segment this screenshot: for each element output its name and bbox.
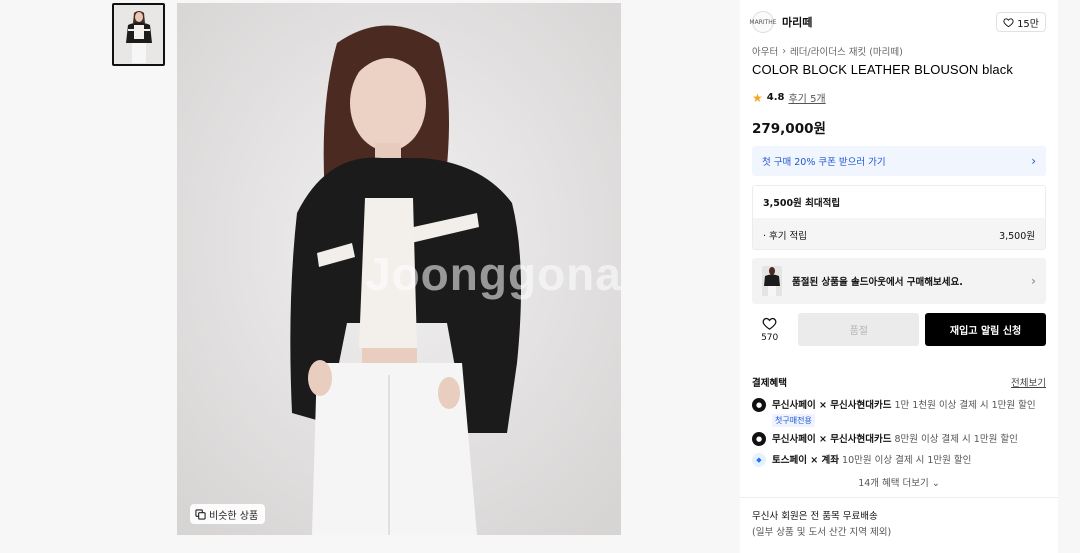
benefit-desc: 1만 1천원 이상 결제 시 1만원 할인 <box>891 400 1036 411</box>
points-header: 3,500원 최대적립 <box>763 198 841 209</box>
rating-value: 4.8 <box>766 92 785 103</box>
star-icon: ★ <box>752 90 763 105</box>
similar-products-button[interactable]: 비슷한 상품 <box>190 504 266 524</box>
rating-row: ★ 4.8 후기 5개 <box>752 90 826 106</box>
soldout-thumbnail <box>762 266 782 296</box>
price: 279,000원 <box>752 121 826 137</box>
watermark-text: Joonggonara <box>365 248 621 300</box>
restock-alert-button[interactable]: 재입고 알림 신청 <box>925 313 1046 346</box>
shipping-line1: 무신사 회원은 전 품목 무료배송 <box>752 511 878 522</box>
coupon-label: 첫 구매 20% 쿠폰 받으러 가기 <box>762 157 886 168</box>
shipping-info: 무신사 회원은 전 품목 무료배송 (일부 상품 및 도서 산간 지역 제외) <box>752 509 891 541</box>
similar-products-label: 비슷한 상품 <box>209 510 259 522</box>
brand-logo-text: MARITHE <box>749 18 777 26</box>
first-purchase-badge: 첫구매전용 <box>772 414 815 427</box>
benefit-brand: 토스페이 × 계좌 <box>772 455 840 466</box>
musinsa-pay-icon: ● <box>752 432 766 446</box>
toss-pay-icon: ◆ <box>752 453 766 467</box>
product-title: COLOR BLOCK LEATHER BLOUSON black <box>752 62 1013 77</box>
soldout-thumbnail-image <box>764 267 780 296</box>
breadcrumb-level1[interactable]: 아우터 <box>752 44 778 58</box>
chevron-right-icon: › <box>1031 274 1036 288</box>
list-item: ● 무신사페이 × 무신사현대카드 1만 1천원 이상 결제 시 1만원 할인 … <box>752 397 1046 427</box>
main-product-image[interactable]: Joonggonara <box>177 3 621 535</box>
benefit-desc: 10만원 이상 결제 시 1만원 할인 <box>839 455 972 466</box>
brand-name: 마리떼 <box>782 16 813 29</box>
points-row: · 후기 적립 3,500원 <box>753 218 1045 249</box>
heart-icon <box>1003 17 1014 27</box>
product-like-button[interactable]: 570 <box>752 316 787 343</box>
brand-logo: MARITHE <box>749 11 777 33</box>
action-row: 570 품절 재입고 알림 신청 <box>752 313 1046 346</box>
benefit-brand: 무신사페이 × 무신사현대카드 <box>772 434 892 445</box>
gallery-thumbnail[interactable] <box>112 3 165 66</box>
similar-icon <box>195 508 206 520</box>
view-all-link[interactable]: 전체보기 <box>1011 375 1046 389</box>
heart-icon <box>762 317 777 330</box>
breadcrumb-level2[interactable]: 레더/라이더스 재킷 (마리떼) <box>790 44 903 58</box>
more-benefits-button[interactable]: 14개 혜택 더보기 ⌄ <box>752 475 1046 489</box>
points-row-value: 3,500원 <box>999 230 1035 242</box>
shipping-line2: (일부 상품 및 도서 산간 지역 제외) <box>752 527 892 538</box>
benefit-brand: 무신사페이 × 무신사현대카드 <box>772 400 892 411</box>
payment-benefits-list: ● 무신사페이 × 무신사현대카드 1만 1천원 이상 결제 시 1만원 할인 … <box>752 397 1046 473</box>
soldout-banner[interactable]: 품절된 상품을 솔드아웃에서 구매해보세요. › <box>752 258 1046 304</box>
product-info-panel: MARITHE 마리떼 15만 아우터 › 레더/라이더스 재킷 (마리떼) C… <box>740 0 1058 553</box>
chevron-down-icon: ⌄ <box>931 478 940 489</box>
points-row-label: · 후기 적립 <box>763 230 808 242</box>
chevron-right-icon: › <box>782 45 787 57</box>
list-item: ◆ 토스페이 × 계좌 10만원 이상 결제 시 1만원 할인 <box>752 452 1046 473</box>
soldout-banner-label: 품절된 상품을 솔드아웃에서 구매해보세요. <box>792 277 963 288</box>
soldout-button: 품절 <box>798 313 920 346</box>
brand-like-count: 15만 <box>1017 18 1039 30</box>
coupon-banner[interactable]: 첫 구매 20% 쿠폰 받으러 가기 › <box>752 146 1046 176</box>
chevron-right-icon: › <box>1031 154 1036 168</box>
more-benefits-label: 14개 혜택 더보기 <box>858 478 929 489</box>
benefit-desc: 8만원 이상 결제 시 1만원 할인 <box>891 434 1018 445</box>
brand-like-button[interactable]: 15만 <box>996 12 1046 32</box>
breadcrumb: 아우터 › 레더/라이더스 재킷 (마리떼) <box>752 44 903 59</box>
points-box: 3,500원 최대적립 · 후기 적립 3,500원 <box>752 185 1046 250</box>
review-link[interactable]: 후기 5개 <box>788 90 825 105</box>
list-item: ● 무신사페이 × 무신사현대카드 8만원 이상 결제 시 1만원 할인 <box>752 431 1046 452</box>
payment-benefits-title: 결제혜택 <box>752 378 787 389</box>
brand-link[interactable]: MARITHE 마리떼 <box>749 11 813 33</box>
thumbnail-image <box>126 11 152 63</box>
musinsa-pay-icon: ● <box>752 398 766 412</box>
divider <box>740 497 1058 498</box>
product-page: Joonggonara 비슷한 상품 MARITHE 마리떼 15만 아우터 ›… <box>0 0 1080 553</box>
payment-benefits-header: 결제혜택 전체보기 <box>752 375 1046 389</box>
product-like-count: 570 <box>761 333 779 343</box>
